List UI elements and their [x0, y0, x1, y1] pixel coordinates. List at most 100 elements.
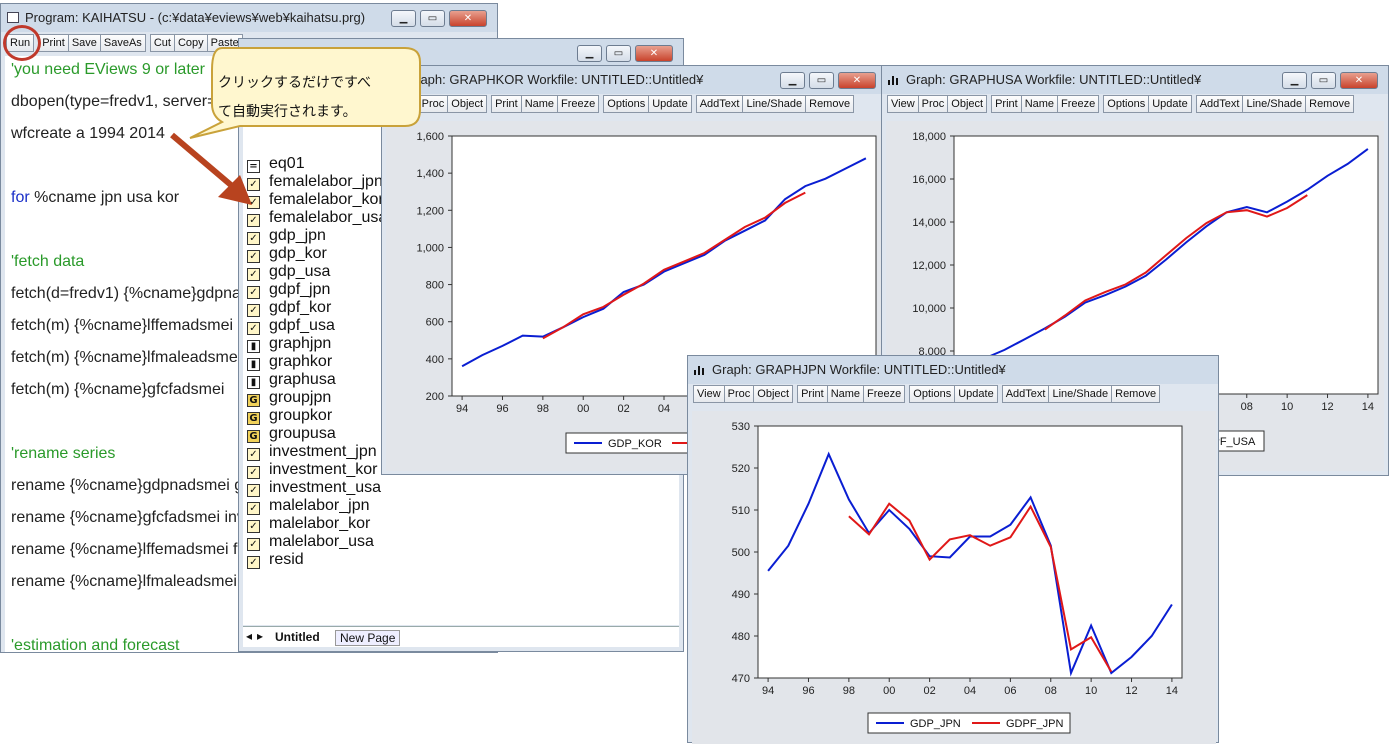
- workfile-object-resid[interactable]: ✓ resid: [247, 551, 304, 569]
- workfile-object-graphjpn[interactable]: ▮ graphjpn: [247, 335, 331, 353]
- graph-jpn-titlebar[interactable]: Graph: GRAPHJPN Workfile: UNTITLED::Unti…: [688, 356, 1218, 384]
- print-button[interactable]: Print: [491, 95, 522, 113]
- tab-untitled[interactable]: Untitled: [275, 630, 320, 644]
- addtext-button[interactable]: AddText: [1001, 385, 1050, 403]
- object-name: investment_usa: [269, 479, 382, 496]
- program-icon: [7, 12, 19, 23]
- close-icon[interactable]: ✕: [635, 45, 673, 62]
- series-icon: ✓: [247, 322, 260, 335]
- update-button[interactable]: Update: [954, 385, 998, 403]
- update-button[interactable]: Update: [648, 95, 692, 113]
- minimize-icon[interactable]: ▁: [780, 72, 805, 89]
- workfile-object-investment-usa[interactable]: ✓ investment_usa: [247, 479, 381, 497]
- remove-button[interactable]: Remove: [1111, 385, 1161, 403]
- minimize-icon[interactable]: ▁: [577, 45, 602, 62]
- saveas-button[interactable]: SaveAs: [99, 34, 146, 52]
- object-name: resid: [269, 551, 304, 568]
- maximize-icon[interactable]: ▭: [809, 72, 834, 89]
- maximize-icon[interactable]: ▭: [1311, 72, 1336, 89]
- minimize-icon[interactable]: ▁: [391, 10, 416, 27]
- minimize-icon[interactable]: ▁: [1282, 72, 1307, 89]
- remove-button[interactable]: Remove: [805, 95, 855, 113]
- print-button[interactable]: Print: [38, 34, 69, 52]
- group-icon: G: [247, 412, 260, 425]
- y-tick-label: 400: [426, 354, 444, 366]
- workfile-object-gdp-kor[interactable]: ✓ gdp_kor: [247, 245, 327, 263]
- proc-button[interactable]: Proc: [723, 385, 755, 403]
- freeze-button[interactable]: Freeze: [863, 385, 906, 403]
- graph-usa-titlebar[interactable]: Graph: GRAPHUSA Workfile: UNTITLED::Unti…: [882, 66, 1388, 94]
- graph-usa-title: Graph: GRAPHUSA Workfile: UNTITLED::Unti…: [906, 72, 1202, 87]
- freeze-button[interactable]: Freeze: [557, 95, 600, 113]
- name-button[interactable]: Name: [826, 385, 865, 403]
- graph-kor-titlebar[interactable]: Graph: GRAPHKOR Workfile: UNTITLED::Unti…: [382, 66, 886, 94]
- series-icon: ✓: [247, 556, 260, 569]
- close-icon[interactable]: ✕: [838, 72, 876, 89]
- workfile-object-gdp-jpn[interactable]: ✓ gdp_jpn: [247, 227, 326, 245]
- object-name: femalelabor_usa: [269, 209, 388, 226]
- tab-scroll-right-icon[interactable]: ▸: [257, 629, 263, 643]
- plot-area: [757, 425, 1183, 679]
- update-button[interactable]: Update: [1148, 95, 1192, 113]
- tab-scroll-left-icon[interactable]: ◂: [246, 629, 252, 643]
- workfile-object-graphkor[interactable]: ▮ graphkor: [247, 353, 332, 371]
- name-button[interactable]: Name: [520, 95, 559, 113]
- workfile-object-gdpf-usa[interactable]: ✓ gdpf_usa: [247, 317, 335, 335]
- code-text: fetch(m) {%cname}gfcfadsmei: [11, 381, 225, 398]
- x-tick-label: 96: [802, 685, 814, 697]
- workfile-object-gdpf-kor[interactable]: ✓ gdpf_kor: [247, 299, 331, 317]
- series-icon: ✓: [247, 466, 260, 479]
- graph-icon: [888, 74, 901, 85]
- print-button[interactable]: Print: [991, 95, 1022, 113]
- options-button[interactable]: Options: [603, 95, 650, 113]
- workfile-object-groupusa[interactable]: Ggroupusa: [247, 425, 336, 443]
- name-button[interactable]: Name: [1020, 95, 1059, 113]
- remove-button[interactable]: Remove: [1305, 95, 1355, 113]
- y-tick-label: 12,000: [912, 260, 946, 272]
- x-tick-label: 96: [496, 403, 508, 415]
- workfile-object-groupjpn[interactable]: Ggroupjpn: [247, 389, 331, 407]
- object-name: graphkor: [269, 353, 333, 370]
- x-tick-label: 94: [456, 403, 468, 415]
- line-shade-button[interactable]: Line/Shade: [1242, 95, 1307, 113]
- line-shade-button[interactable]: Line/Shade: [742, 95, 807, 113]
- workfile-object-malelabor-jpn[interactable]: ✓ malelabor_jpn: [247, 497, 370, 515]
- code-text: fetch(m) {%cname}lffemadsmei: [11, 317, 234, 334]
- view-button[interactable]: View: [887, 95, 919, 113]
- workfile-object-investment-kor[interactable]: ✓ investment_kor: [247, 461, 378, 479]
- code-text: 'fetch data: [11, 253, 85, 270]
- program-titlebar[interactable]: Program: KAIHATSU - (c:¥data¥eviews¥web¥…: [1, 4, 497, 32]
- group-icon: G: [247, 430, 260, 443]
- graph-jpn-chart[interactable]: 470 480 490 500 510 520 530 94 96 98 00 02 04 06 08 10 1…: [692, 411, 1216, 744]
- workfile-object-investment-jpn[interactable]: ✓ investment_jpn: [247, 443, 377, 461]
- maximize-icon[interactable]: ▭: [606, 45, 631, 62]
- object-button[interactable]: Object: [447, 95, 488, 113]
- workfile-object-malelabor-usa[interactable]: ✓ malelabor_usa: [247, 533, 374, 551]
- view-button[interactable]: View: [693, 385, 725, 403]
- object-button[interactable]: Object: [947, 95, 988, 113]
- options-button[interactable]: Options: [909, 385, 956, 403]
- workfile-object-graphusa[interactable]: ▮ graphusa: [247, 371, 336, 389]
- close-icon[interactable]: ✕: [449, 10, 487, 27]
- workfile-object-malelabor-kor[interactable]: ✓ malelabor_kor: [247, 515, 370, 533]
- series-icon: ✓: [247, 250, 260, 263]
- workfile-object-gdp-usa[interactable]: ✓ gdp_usa: [247, 263, 330, 281]
- tab-new-page[interactable]: New Page: [335, 630, 401, 646]
- addtext-button[interactable]: AddText: [695, 95, 744, 113]
- close-icon[interactable]: ✕: [1340, 72, 1378, 89]
- workfile-object-gdpf-jpn[interactable]: ✓ gdpf_jpn: [247, 281, 330, 299]
- x-tick-label: 98: [537, 403, 549, 415]
- options-button[interactable]: Options: [1103, 95, 1150, 113]
- freeze-button[interactable]: Freeze: [1057, 95, 1100, 113]
- print-button[interactable]: Print: [797, 385, 828, 403]
- line-shade-button[interactable]: Line/Shade: [1048, 385, 1113, 403]
- object-button[interactable]: Object: [753, 385, 794, 403]
- addtext-button[interactable]: AddText: [1195, 95, 1244, 113]
- workfile-object-groupkor[interactable]: Ggroupkor: [247, 407, 332, 425]
- series-icon: ✓: [247, 484, 260, 497]
- proc-button[interactable]: Proc: [917, 95, 949, 113]
- save-button[interactable]: Save: [67, 34, 101, 52]
- maximize-icon[interactable]: ▭: [420, 10, 445, 27]
- y-tick-label: 16,000: [912, 174, 946, 186]
- graph-jpn-toolbar: View Proc Object Print Name Freeze Options Upda…: [693, 385, 1213, 405]
